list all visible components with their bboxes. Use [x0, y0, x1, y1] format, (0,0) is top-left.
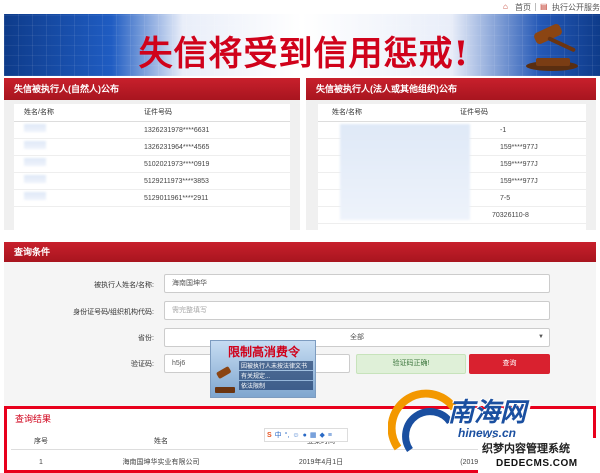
id-label: 身份证号码/组织机构代码:	[73, 309, 154, 316]
skin-icon[interactable]: ◆	[319, 431, 324, 439]
legal-table: 姓名/名称 证件号码 -1 159****977J 159****977J 15…	[318, 104, 586, 230]
emoji-icon[interactable]: ☺	[292, 432, 299, 439]
ad-line: 有关规定...	[239, 371, 313, 380]
watermark-strip: 织梦内容管理系统 DEDECMS.COM	[478, 438, 600, 473]
gavel-icon	[215, 366, 235, 393]
id-number: 159****977J	[500, 161, 538, 168]
natural-panel-title: 失信被执行人(自然人)公布	[4, 78, 300, 100]
table-row[interactable]: 1326231978****6631	[14, 122, 290, 139]
sogou-icon: S	[267, 431, 272, 439]
id-number: 1326231978****6631	[144, 127, 210, 134]
natural-table-header: 姓名/名称 证件号码	[14, 104, 290, 122]
ime-mode[interactable]: 中	[275, 430, 282, 440]
watermark-line1: 织梦内容管理系统	[482, 443, 570, 455]
legal-person-panel: 失信被执行人(法人或其他组织)公布 姓名/名称 证件号码 -1 159****9…	[306, 78, 596, 230]
table-row[interactable]: 1326231964****4565	[14, 139, 290, 156]
redacted-name	[24, 141, 46, 149]
results-title: 查询结果	[15, 414, 52, 424]
column-name-header: 姓名/名称	[332, 109, 362, 116]
id-number: 5129211973****3853	[144, 178, 209, 185]
name-input[interactable]: 海南国坤华	[164, 274, 550, 293]
home-link[interactable]: 首页	[515, 2, 531, 13]
name-label: 被执行人姓名/名称:	[94, 282, 154, 289]
legal-table-header: 姓名/名称 证件号码	[318, 104, 586, 122]
result-date: 2019年4月1日	[298, 459, 344, 466]
redacted-block	[340, 124, 470, 220]
column-id-header: 证件号码	[460, 109, 488, 116]
id-number: 5102021973****0919	[144, 161, 210, 168]
ad-line: 依法限制	[239, 381, 313, 390]
id-number: 159****977J	[500, 144, 538, 151]
watermark-logo: 南海网	[448, 398, 527, 428]
redacted-name	[24, 158, 46, 166]
result-no: 1	[39, 459, 43, 466]
ime-toolbar[interactable]: S 中 °, ☺ ● ▦ ◆ ≡	[264, 428, 348, 442]
column-no-header: 序号	[34, 438, 48, 445]
id-number: 7-5	[500, 195, 511, 202]
result-name[interactable]: 海南国坤华实业有限公司	[71, 454, 251, 471]
top-nav: ⌂ 首页 ▤ 执行公开服务	[503, 0, 600, 14]
natural-table: 姓名/名称 证件号码 1326231978****6631 1326231964…	[14, 104, 290, 230]
query-panel-title: 查询条件	[4, 242, 596, 262]
column-name-header: 姓名	[154, 438, 168, 445]
id-number: 5129011961****2911	[144, 195, 209, 202]
mic-icon[interactable]: ●	[303, 432, 307, 439]
legal-panel-title: 失信被执行人(法人或其他组织)公布	[306, 78, 596, 100]
menu-icon[interactable]: ≡	[328, 432, 332, 439]
home-icon: ⌂	[503, 2, 508, 11]
table-row[interactable]: 5129211973****3853	[14, 173, 290, 190]
nav-divider	[535, 3, 536, 11]
watermark-line2: DEDECMS.COM	[496, 458, 578, 469]
table-row[interactable]: 5129011961****2911	[14, 190, 290, 207]
banner-title: 失信将受到信用惩戒!	[138, 34, 470, 74]
captcha-label: 验证码:	[131, 361, 154, 368]
province-label: 省份:	[138, 335, 154, 342]
id-input[interactable]: 需完整填写	[164, 301, 550, 320]
query-button[interactable]: 查询	[469, 354, 550, 374]
ad-line: 因被执行人未按法律文书	[239, 361, 313, 370]
document-icon: ▤	[540, 2, 548, 11]
column-id-header: 证件号码	[144, 109, 172, 116]
table-row[interactable]: 5102021973****0919	[14, 156, 290, 173]
chevron-down-icon: ▼	[538, 334, 544, 340]
id-number: -1	[500, 127, 507, 134]
column-name-header: 姓名/名称	[24, 109, 54, 116]
id-number: 1326231964****4565	[144, 144, 210, 151]
id-number: 70326110-8	[492, 212, 529, 219]
natural-person-panel: 失信被执行人(自然人)公布 姓名/名称 证件号码 1326231978****6…	[4, 78, 300, 230]
watermark: 南海网 hinews.cn 织梦内容管理系统 DEDECMS.COM	[388, 388, 600, 473]
gavel-icon	[526, 23, 578, 71]
id-number: 159****977J	[500, 178, 538, 185]
redacted-name	[24, 192, 46, 200]
punctuation-icon[interactable]: °,	[285, 432, 290, 439]
ad-title: 限制高消费令	[227, 345, 300, 359]
captcha-correct-badge: 验证码正确!	[356, 354, 466, 374]
banner: 失信将受到信用惩戒!	[4, 14, 600, 76]
service-link[interactable]: 执行公开服务	[552, 2, 600, 13]
redacted-name	[24, 175, 46, 183]
keyboard-icon[interactable]: ▦	[310, 431, 317, 439]
province-value: 全部	[350, 334, 364, 341]
redacted-name	[24, 124, 46, 132]
ad-image: 限制高消费令 因被执行人未按法律文书 有关规定... 依法限制	[210, 340, 316, 398]
